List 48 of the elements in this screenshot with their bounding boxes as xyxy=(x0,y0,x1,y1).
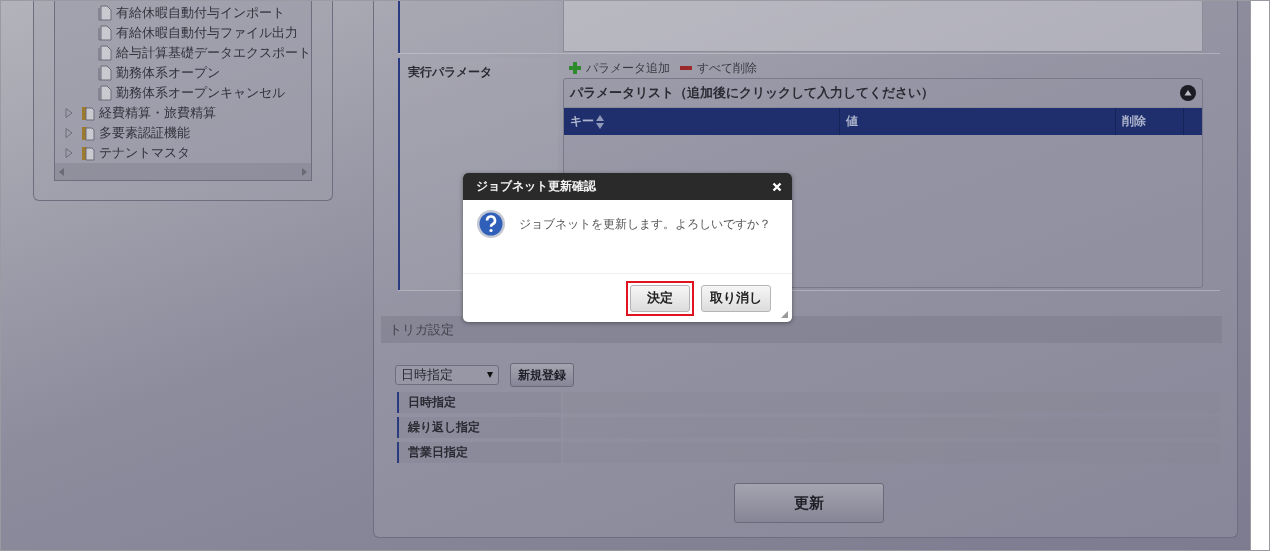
expand-arrow-icon[interactable] xyxy=(65,108,73,118)
document-icon xyxy=(98,5,112,21)
folder-icon xyxy=(81,145,95,161)
field-label: 実行パラメータ xyxy=(408,65,492,79)
resize-grip-icon[interactable] xyxy=(781,311,788,318)
tree-item[interactable]: 有給休暇自動付与インポート xyxy=(116,4,285,22)
expand-arrow-icon[interactable] xyxy=(65,128,73,138)
tree-item[interactable]: 給与計算基礎データエクスポート xyxy=(116,44,311,62)
delete-all-link[interactable]: すべて削除 xyxy=(680,59,757,77)
tree-item[interactable]: 勤務体系オープン xyxy=(116,64,220,82)
dialog-button[interactable]: 決定 xyxy=(630,284,690,312)
document-icon xyxy=(98,65,112,81)
dropdown-arrow-icon xyxy=(487,372,493,378)
expand-arrow-icon[interactable] xyxy=(65,148,73,158)
section-title: トリガ設定 xyxy=(389,320,454,339)
horizontal-scrollbar[interactable] xyxy=(55,163,311,180)
field-label: 繰り返し指定 xyxy=(408,419,480,436)
tree-item[interactable]: テナントマスタ xyxy=(99,144,190,162)
column-header[interactable]: キー xyxy=(564,108,840,135)
tree-item[interactable]: 勤務体系オープンキャンセル xyxy=(116,84,285,102)
dialog-title: ジョブネット更新確認 xyxy=(476,178,596,195)
add-parameter-link[interactable]: パラメータ追加 xyxy=(569,59,670,77)
scroll-right-icon[interactable] xyxy=(302,167,307,176)
close-icon[interactable] xyxy=(772,181,782,192)
panel-title: パラメータリスト（追加後にクリックして入力してください） xyxy=(570,84,934,102)
update-button[interactable]: 更新 xyxy=(734,483,884,523)
document-icon xyxy=(98,45,112,61)
tree-item[interactable]: 有給休暇自動付与ファイル出力 xyxy=(116,24,298,42)
document-icon xyxy=(98,85,112,101)
tree-item[interactable]: 多要素認証機能 xyxy=(99,124,190,142)
tree-item[interactable]: 経費精算・旅費精算 xyxy=(99,104,216,122)
text-area[interactable] xyxy=(563,1,1203,52)
collapse-icon[interactable] xyxy=(1180,85,1196,101)
folder-icon xyxy=(81,105,95,121)
document-icon xyxy=(98,25,112,41)
sort-icon xyxy=(596,114,604,129)
dialog-message: ジョブネットを更新します。よろしいですか？ xyxy=(519,216,771,233)
dialog-button[interactable]: 取り消し xyxy=(701,284,771,312)
scroll-left-icon[interactable] xyxy=(59,167,64,176)
trigger-type-select[interactable]: 日時指定 xyxy=(395,365,499,385)
field-label: 営業日指定 xyxy=(408,444,468,461)
question-icon xyxy=(476,209,506,239)
field-label: 日時指定 xyxy=(408,394,456,411)
register-button[interactable]: 新規登録 xyxy=(510,363,574,387)
column-header: 値 xyxy=(840,108,1116,135)
folder-icon xyxy=(81,125,95,141)
plus-icon xyxy=(569,62,581,74)
column-header: 削除 xyxy=(1116,108,1184,135)
